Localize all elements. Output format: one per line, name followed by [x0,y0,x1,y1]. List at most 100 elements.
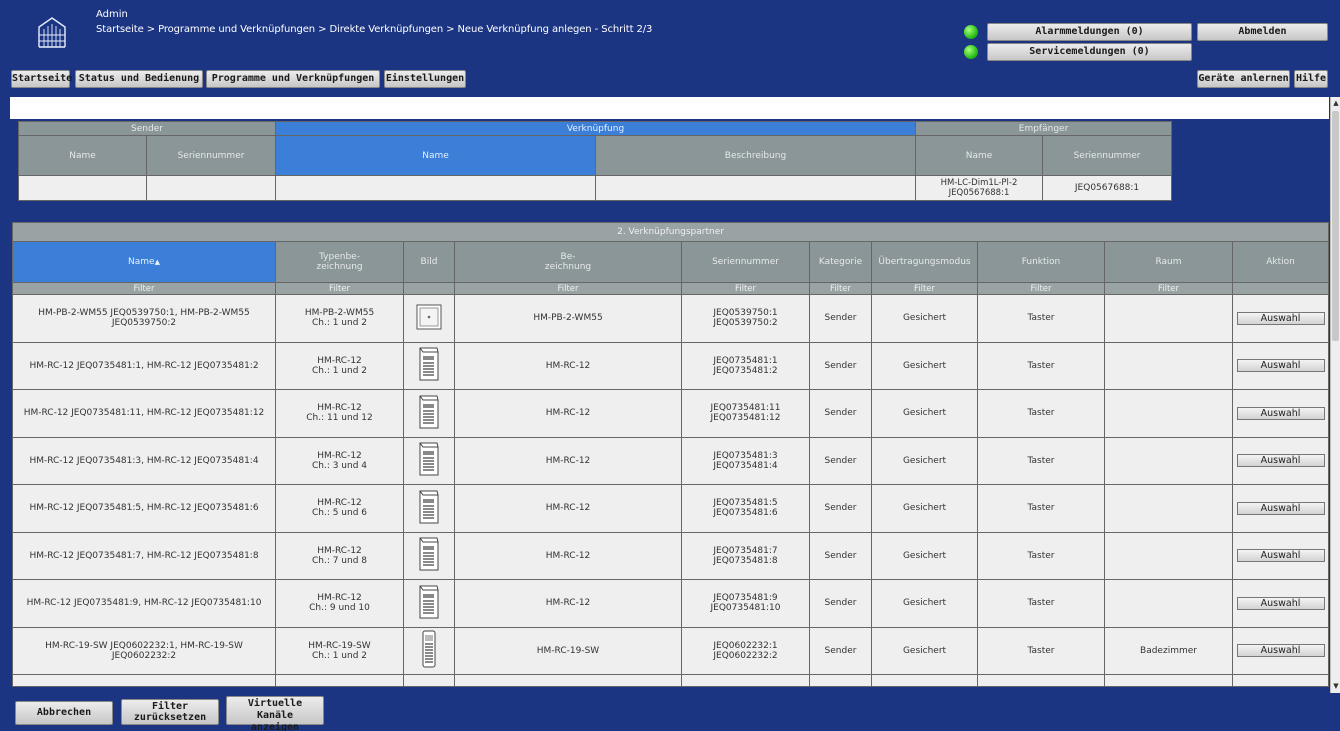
action-column-header: Aktion [1231,241,1330,283]
nav-programme-button[interactable]: Programme und Verknüpfungen [206,70,380,88]
row-name-cell: HM-RC-12 JEQ0735481:3, HM-RC-12 JEQ07354… [12,436,276,485]
filter-cell[interactable]: Filter [12,282,276,295]
row-room-cell: Badezimmer [1104,626,1233,675]
row-cell [1231,674,1330,687]
room-column-header[interactable]: Raum [1104,241,1233,283]
row-label-cell: HM-RC-12 [454,436,682,485]
reset-filter-button[interactable]: Filter zurücksetzen [121,699,219,725]
filter-cell[interactable]: Filter [275,282,404,295]
row-image-cell [403,484,455,533]
show-virtual-channels-button[interactable]: Virtuelle Kanäle anzeigen [226,696,324,731]
row-cell [275,674,404,687]
row-room-cell [1104,484,1233,533]
logout-button[interactable]: Abmelden [1197,23,1328,41]
row-category-cell: Sender [809,341,872,390]
function-column-header[interactable]: Funktion [977,241,1105,283]
category-column-header[interactable]: Kategorie [809,241,872,283]
row-type-cell: HM-RC-19-SW Ch.: 1 und 2 [275,626,404,675]
row-room-cell [1104,389,1233,438]
table-row[interactable]: HM-RC-12 JEQ0735481:5, HM-RC-12 JEQ07354… [12,484,1330,533]
table-row[interactable]: HM-RC-12 JEQ0735481:7, HM-RC-12 JEQ07354… [12,531,1330,580]
scroll-down-icon[interactable]: ▼ [1332,682,1340,690]
mode-column-header[interactable]: Übertragungsmodus [871,241,978,283]
partner-table-title: 2. Verknüpfungspartner [11,222,1330,242]
service-messages-button[interactable]: Servicemeldungen (0) [987,43,1192,61]
row-type-cell: HM-RC-12 Ch.: 3 und 4 [275,436,404,485]
row-image-cell [403,341,455,390]
select-button[interactable]: Auswahl [1236,501,1325,515]
type-column-header[interactable]: Typenbe- zeichnung [275,241,404,283]
filter-cell[interactable]: Filter [454,282,682,295]
cancel-button[interactable]: Abbrechen [15,701,113,725]
name-column-label: Name [128,257,155,267]
scrollbar-thumb[interactable] [1332,111,1339,341]
table-row[interactable]: HM-RC-12 JEQ0735481:9, HM-RC-12 JEQ07354… [12,579,1330,628]
teach-devices-button[interactable]: Geräte anlernen [1197,70,1290,88]
row-image-cell [403,626,455,675]
row-type-cell: HM-RC-12 Ch.: 9 und 10 [275,579,404,628]
row-mode-cell: Gesichert [871,389,978,438]
vertical-scrollbar[interactable]: ▲ ▼ [1330,97,1340,693]
filter-cell[interactable]: Filter [1104,282,1233,295]
remote-control-icon [417,394,441,433]
table-row[interactable]: HM-RC-12 JEQ0735481:11, HM-RC-12 JEQ0735… [12,389,1330,438]
filter-cell[interactable]: Filter [809,282,872,295]
content-top-bar [10,97,1329,119]
link-description-cell[interactable] [594,175,917,201]
row-room-cell [1104,531,1233,580]
select-button[interactable]: Auswahl [1236,311,1325,325]
nav-status-button[interactable]: Status und Bedienung [75,70,203,88]
row-serial-cell: JEQ0735481:9 JEQ0735481:10 [681,579,810,628]
arrow-up-icon[interactable]: ▲ [155,258,160,266]
alarm-messages-button[interactable]: Alarmmeldungen (0) [987,23,1192,41]
filter-cell[interactable]: Filter [681,282,810,295]
footer: Abbrechen Filter zurücksetzen Virtuelle … [0,693,1340,731]
table-row[interactable]: HM-RC-19-SW JEQ0602232:1, HM-RC-19-SW JE… [12,626,1330,675]
table-row[interactable]: HM-PB-2-WM55 JEQ0539750:1, HM-PB-2-WM55 … [12,294,1330,343]
row-name-cell: HM-RC-19-SW JEQ0602232:1, HM-RC-19-SW JE… [12,626,276,675]
filter-cell-empty [403,282,455,295]
row-image-cell [403,579,455,628]
row-function-cell: Taster [977,579,1105,628]
house-logo-icon [38,17,66,48]
table-row[interactable]: HM-RC-12 JEQ0735481:3, HM-RC-12 JEQ07354… [12,436,1330,485]
row-serial-cell: JEQ0735481:1 JEQ0735481:2 [681,341,810,390]
nav-startseite-button[interactable]: Startseite [11,70,72,88]
select-button[interactable]: Auswahl [1236,596,1325,610]
row-mode-cell: Gesichert [871,531,978,580]
help-button[interactable]: Hilfe [1294,70,1328,88]
table-row[interactable]: HM-RC-12 JEQ0735481:1, HM-RC-12 JEQ07354… [12,341,1330,390]
select-button[interactable]: Auswahl [1236,359,1325,373]
row-type-cell: HM-PB-2-WM55 Ch.: 1 und 2 [275,294,404,343]
select-button[interactable]: Auswahl [1236,454,1325,468]
select-button[interactable]: Auswahl [1236,406,1325,420]
row-serial-cell: JEQ0735481:11 JEQ0735481:12 [681,389,810,438]
select-button[interactable]: Auswahl [1236,549,1325,563]
scroll-up-icon[interactable]: ▲ [1332,99,1340,107]
row-serial-cell: JEQ0735481:5 JEQ0735481:6 [681,484,810,533]
row-cell [1104,674,1233,687]
receiver-serial-header: Seriennummer [1042,135,1173,176]
serial-column-header[interactable]: Seriennummer [681,241,810,283]
row-name-cell: HM-RC-12 JEQ0735481:1, HM-RC-12 JEQ07354… [12,341,276,390]
select-button[interactable]: Auswahl [1236,644,1325,658]
link-group-header: Verknüpfung [274,121,917,136]
row-function-cell: Taster [977,484,1105,533]
row-function-cell: Taster [977,436,1105,485]
link-name-cell[interactable] [275,175,596,201]
row-function-cell: Taster [977,389,1105,438]
filter-cell[interactable]: Filter [977,282,1105,295]
row-type-cell: HM-RC-12 Ch.: 11 und 12 [275,389,404,438]
row-cell [681,674,810,687]
row-function-cell: Taster [977,294,1105,343]
label-column-header[interactable]: Be- zeichnung [454,241,682,283]
row-serial-cell: JEQ0539750:1 JEQ0539750:2 [681,294,810,343]
nav-einstellungen-button[interactable]: Einstellungen [384,70,466,88]
remote-control-icon [417,536,441,575]
row-action-cell: Auswahl [1231,531,1330,580]
sender-name-header: Name [18,135,147,176]
name-column-header[interactable]: Name▲ [12,241,276,283]
filter-cell[interactable]: Filter [871,282,978,295]
receiver-name-header: Name [915,135,1044,176]
receiver-serial-cell: JEQ0567688:1 [1042,175,1173,201]
